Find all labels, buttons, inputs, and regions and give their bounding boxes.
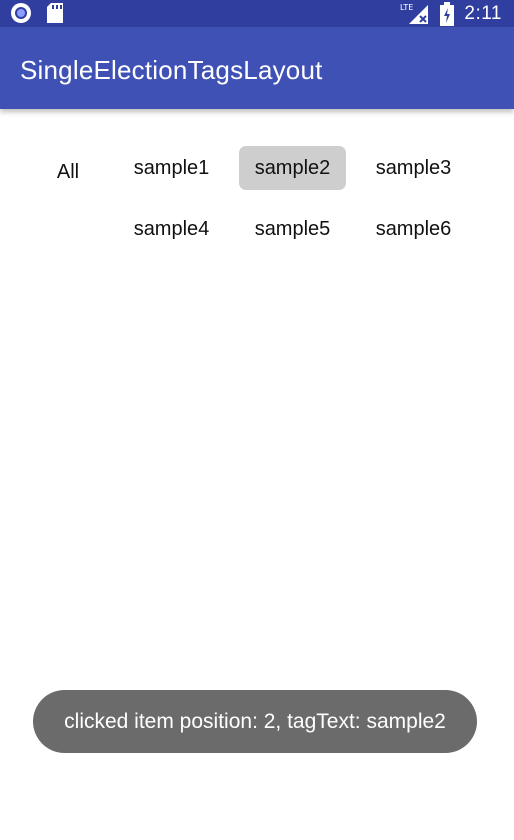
tag-sample4[interactable]: sample4	[118, 207, 225, 251]
tag-sample2[interactable]: sample2	[239, 146, 346, 190]
app-circle-icon	[11, 3, 31, 23]
all-tag-label[interactable]: All	[40, 150, 96, 194]
tag-sample6[interactable]: sample6	[360, 207, 467, 251]
page-title: SingleElectionTagsLayout	[20, 55, 323, 85]
battery-icon	[440, 1, 455, 26]
status-time: 2:11	[464, 3, 502, 24]
status-bar-left	[10, 2, 64, 24]
toast-message: clicked item position: 2, tagText: sampl…	[33, 690, 477, 753]
network-label: LTE	[400, 3, 413, 12]
tag-sample5[interactable]: sample5	[239, 207, 346, 251]
tag-sample1[interactable]: sample1	[118, 146, 225, 190]
lte-signal-icon: LTE	[400, 3, 429, 24]
tag-sample3[interactable]: sample3	[360, 146, 467, 190]
status-bar: LTE 2:11	[0, 0, 514, 27]
sd-card-icon	[47, 3, 63, 23]
app-bar: SingleElectionTagsLayout	[0, 27, 514, 109]
status-bar-right: LTE 2:11	[400, 0, 502, 27]
